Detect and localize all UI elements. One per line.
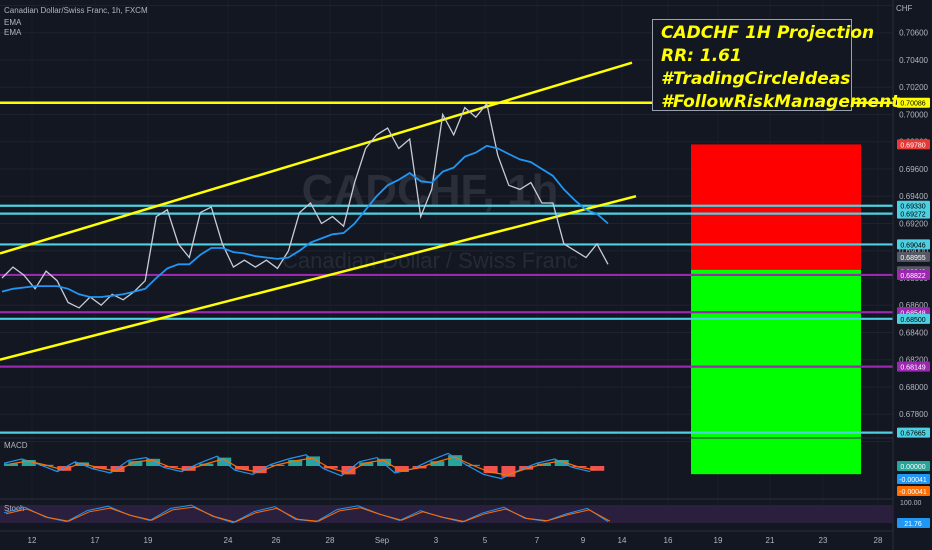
x-tick-label: 23 <box>819 536 828 545</box>
y-tick-label: 0.69600 <box>899 165 928 174</box>
x-tick-label: 7 <box>535 536 540 545</box>
x-tick-label: Sep <box>375 536 390 545</box>
stoch-100-label: 100.00 <box>900 500 922 507</box>
x-tick-label: 21 <box>766 536 775 545</box>
x-tick-label: 12 <box>28 536 37 545</box>
y-tick-label: 0.68400 <box>899 328 928 337</box>
y-tick-label: 0.70200 <box>899 83 928 92</box>
level-label: 0.68500 <box>900 317 925 324</box>
y-tick-label: 0.68000 <box>899 383 928 392</box>
y-tick-label: 0.67800 <box>899 410 928 419</box>
y-tick-label: 0.70600 <box>899 29 928 38</box>
take-profit-zone <box>691 269 861 475</box>
x-tick-label: 19 <box>714 536 723 545</box>
stoch-band <box>0 505 893 523</box>
x-tick-label: 28 <box>874 536 883 545</box>
ema-legend-2: EMA <box>4 28 22 37</box>
stoch-value-label: 21.76 <box>904 521 922 528</box>
chart-root: { "header": { "title": "Canadian Dollar/… <box>0 0 932 550</box>
level-label: 0.69046 <box>900 242 925 249</box>
x-tick-label: 24 <box>224 536 233 545</box>
x-tick-label: 19 <box>144 536 153 545</box>
stop-label: 0.69780 <box>900 142 925 149</box>
y-tick-label: 0.70400 <box>899 56 928 65</box>
macd-value-label: -0.00041 <box>899 489 927 496</box>
level-label: 0.68955 <box>900 255 925 262</box>
y-tick-label: 0.69400 <box>899 192 928 201</box>
ema-legend-1: EMA <box>4 18 22 27</box>
chart-title: Canadian Dollar/Swiss Franc, 1h, FXCM <box>4 6 148 15</box>
watermark-symbol: CADCHF, 1h <box>302 166 559 215</box>
watermark-name: Canadian Dollar / Swiss Franc <box>282 248 578 273</box>
x-tick-label: 14 <box>618 536 627 545</box>
callout-line-4: #FollowRiskManagement <box>661 92 900 112</box>
callout-line-2: RR: 1.61 <box>661 46 742 66</box>
y-tick-label: 0.69200 <box>899 219 928 228</box>
stop-loss-zone <box>691 144 861 270</box>
level-label: 0.68149 <box>900 365 925 372</box>
x-tick-label: 9 <box>581 536 586 545</box>
callout-line-3: #TradingCircleIdeas <box>661 69 851 89</box>
level-label: 0.69272 <box>900 212 925 219</box>
macd-value-label: 0.00000 <box>900 464 925 471</box>
level-label: 0.67665 <box>900 431 925 438</box>
macd-label: MACD <box>4 441 28 450</box>
callout-line-1: CADCHF 1H Projection <box>661 23 875 43</box>
macd-bar <box>590 466 605 471</box>
x-tick-label: 5 <box>483 536 488 545</box>
level-label: 0.70086 <box>900 101 925 108</box>
x-tick-label: 17 <box>91 536 100 545</box>
x-tick-label: 26 <box>272 536 281 545</box>
level-label: 0.68822 <box>900 273 925 280</box>
projection-callout: CADCHF 1H Projection RR: 1.61 #TradingCi… <box>652 19 900 112</box>
x-tick-label: 28 <box>326 536 335 545</box>
x-tick-label: 16 <box>664 536 673 545</box>
axis-currency: CHF <box>896 4 913 13</box>
macd-value-label: -0.00041 <box>899 477 927 484</box>
x-tick-label: 3 <box>434 536 439 545</box>
y-tick-label: 0.70000 <box>899 110 928 119</box>
